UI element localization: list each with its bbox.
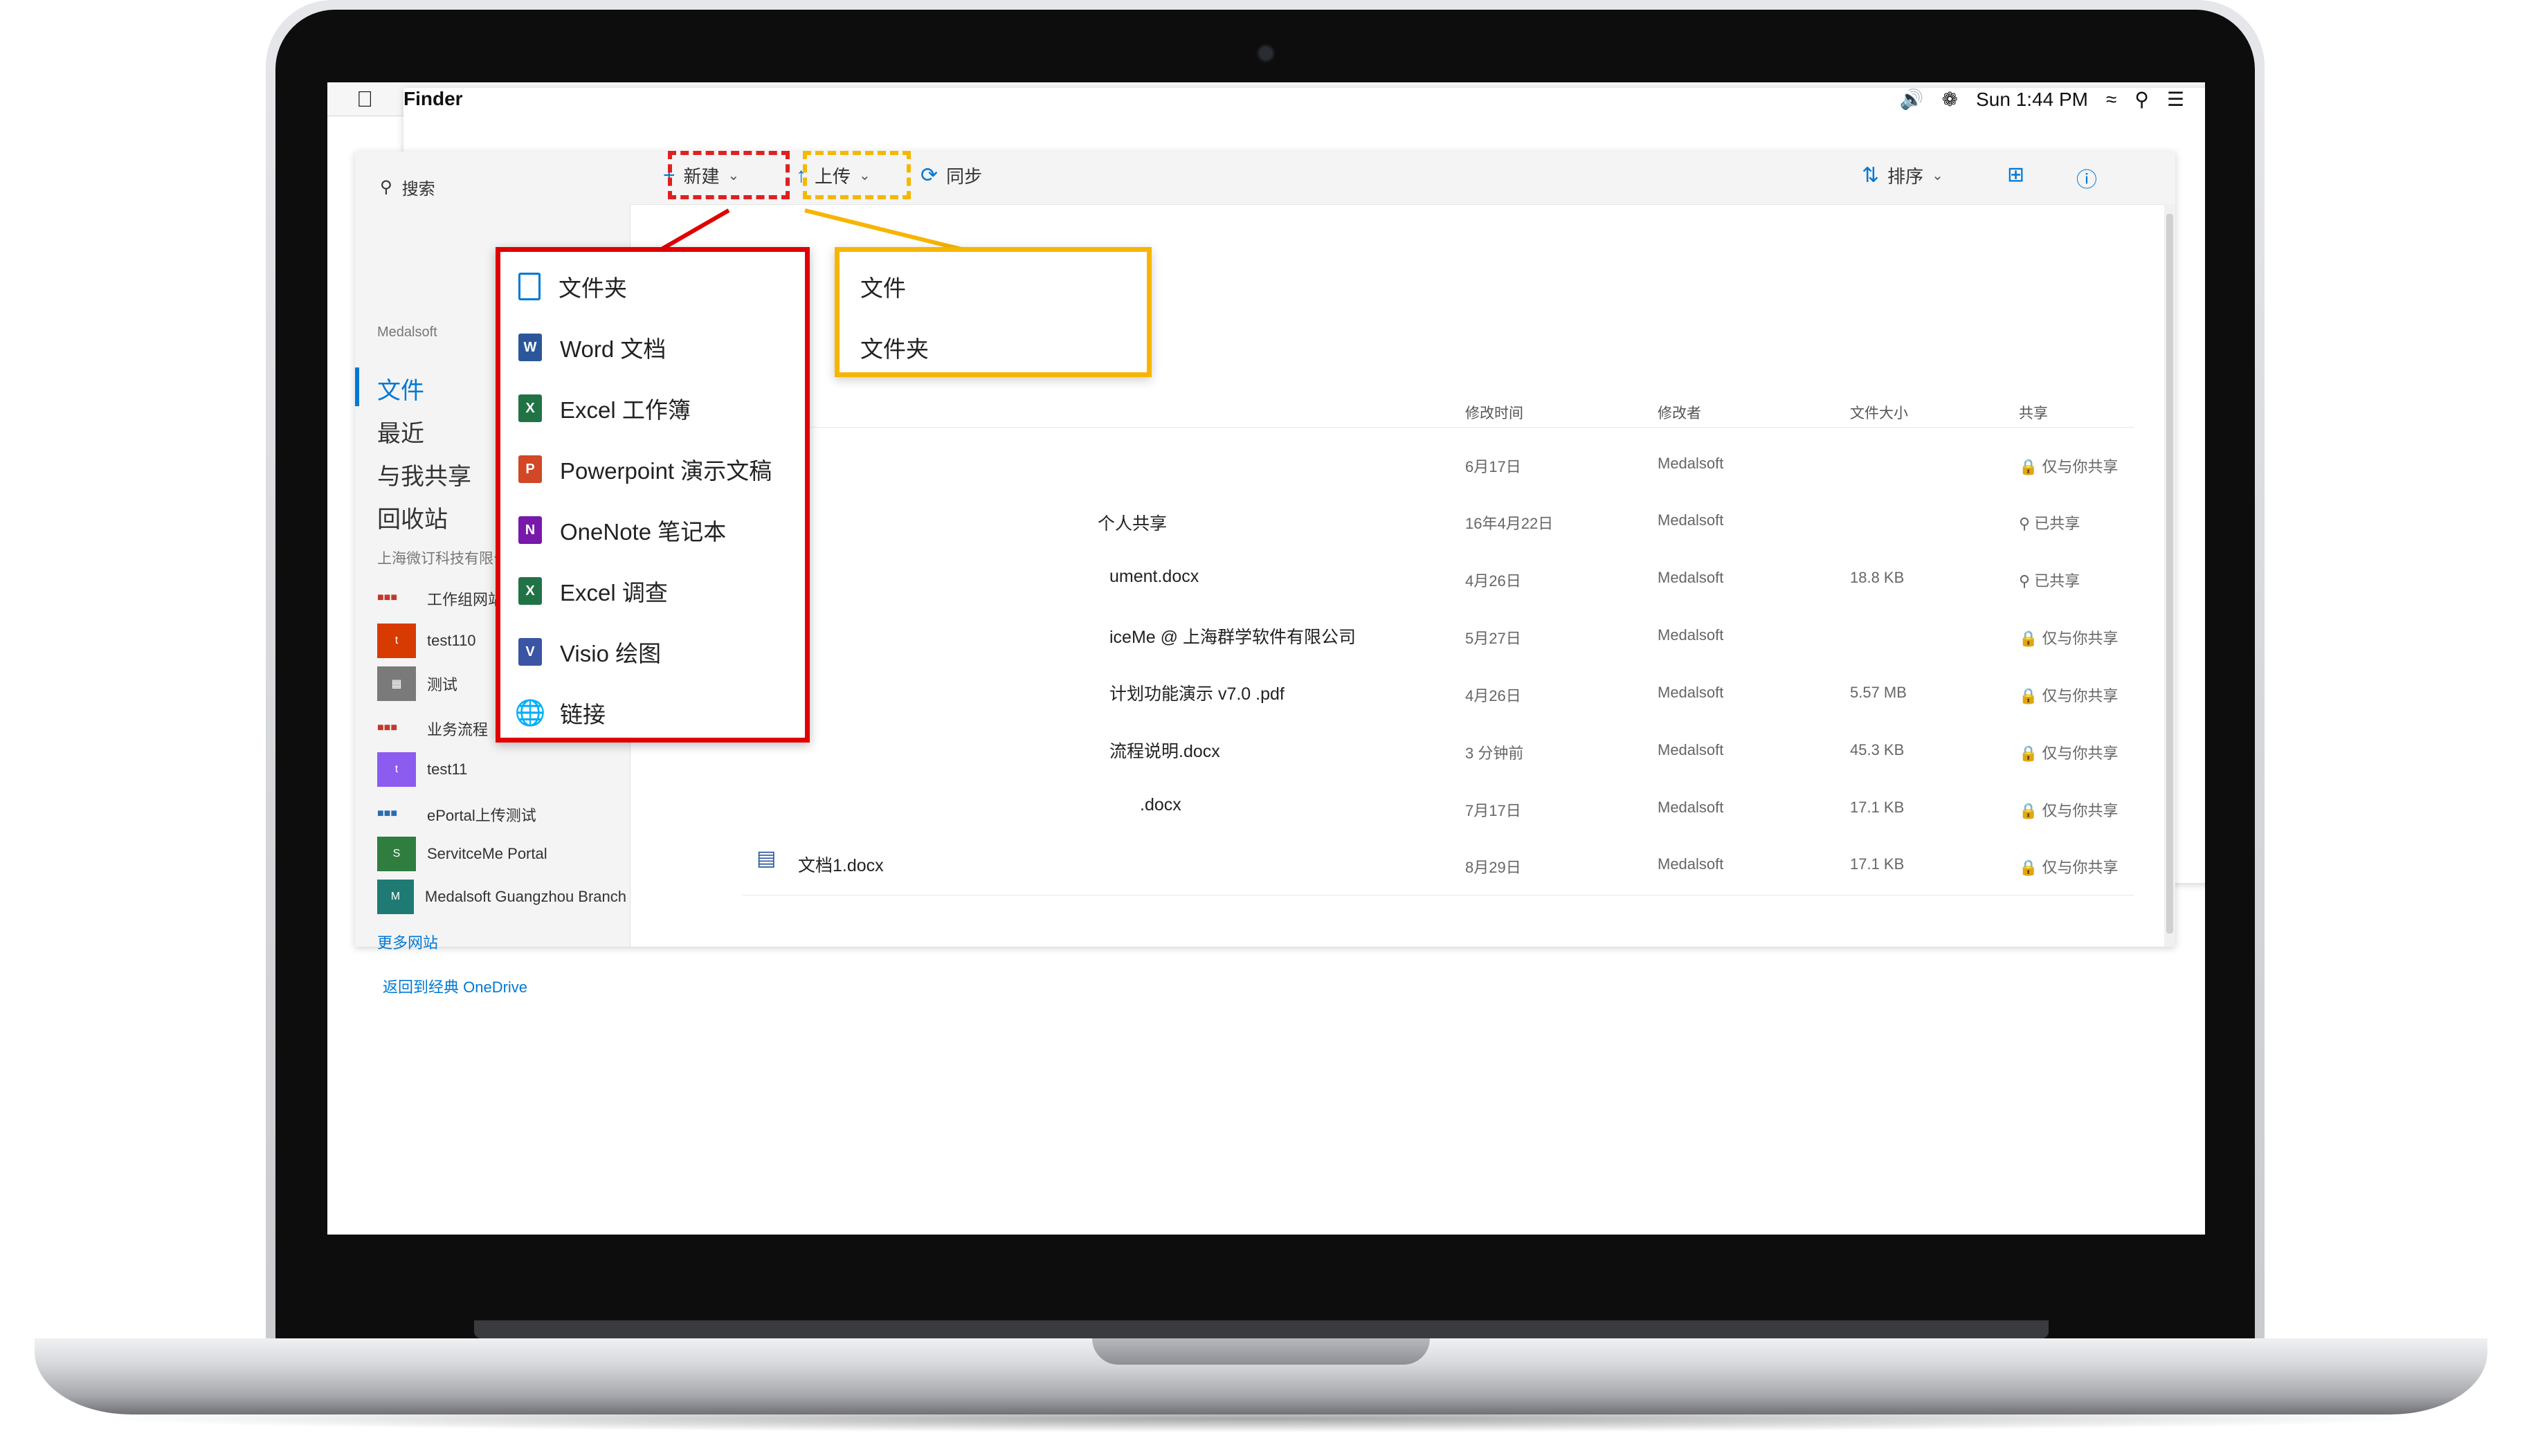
folder-icon [518, 273, 541, 300]
new-menu-item-excel[interactable]: X Excel 工作簿 [518, 392, 691, 425]
upload-menu-item-folder[interactable]: 文件夹 [860, 331, 929, 364]
onenote-icon: N [518, 516, 542, 544]
new-menu-item-visio[interactable]: V Visio 绘图 [518, 635, 661, 668]
laptop-hinge [474, 1320, 2049, 1338]
powerpoint-icon: P [518, 455, 542, 483]
new-menu-item-powerpoint[interactable]: P Powerpoint 演示文稿 [518, 453, 772, 486]
yellow-connector [804, 208, 973, 254]
upload-menu-popup: 文件 文件夹 [835, 247, 1152, 377]
excel-survey-icon: X [518, 577, 542, 605]
upload-button-highlight [803, 151, 911, 199]
new-menu-item-folder[interactable]: 文件夹 [518, 270, 627, 303]
word-icon: W [518, 334, 542, 361]
globe-icon: 🌐 [514, 698, 546, 727]
red-connector [655, 208, 730, 254]
new-menu-item-word[interactable]: W Word 文档 [518, 331, 666, 364]
new-button-highlight [668, 151, 790, 199]
new-menu-item-onenote[interactable]: N OneNote 笔记本 [518, 513, 726, 547]
excel-icon: X [518, 394, 542, 422]
visio-icon: V [518, 638, 542, 666]
upload-menu-item-file[interactable]: 文件 [860, 270, 906, 303]
camera [1257, 44, 1275, 62]
new-menu-item-excel-survey[interactable]: X Excel 调查 [518, 574, 668, 608]
new-menu-popup: 文件夹 W Word 文档 X Excel 工作簿 P Powerpoint 演… [496, 247, 810, 743]
laptop-notch [1092, 1338, 1430, 1365]
new-menu-item-link[interactable]: 🌐 链接 [514, 696, 606, 729]
